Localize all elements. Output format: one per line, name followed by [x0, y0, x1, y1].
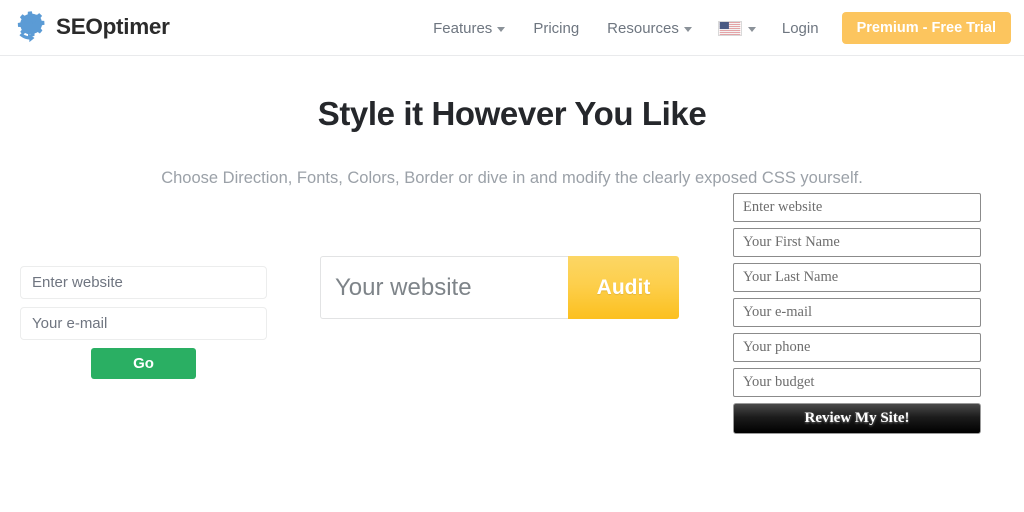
chevron-down-icon	[684, 27, 692, 32]
chevron-down-icon	[748, 27, 756, 32]
light-green-audit-form: Go	[20, 266, 267, 379]
nav-label-resources: Resources	[607, 21, 679, 36]
dark-form-last-name-input[interactable]	[733, 263, 981, 292]
amber-form-website-input[interactable]	[320, 256, 568, 319]
nav-label-pricing: Pricing	[533, 21, 579, 36]
site-header: SEOptimer Features Pricing Resources	[0, 0, 1024, 56]
page-subtitle: Choose Direction, Fonts, Colors, Border …	[0, 134, 1024, 188]
light-form-go-button[interactable]: Go	[91, 348, 196, 379]
brand-name: SEOptimer	[56, 16, 170, 39]
premium-free-trial-button[interactable]: Premium - Free Trial	[842, 12, 1011, 45]
gear-s-logo-icon	[13, 9, 49, 45]
amber-audit-form: Audit	[320, 256, 679, 319]
amber-form-audit-button[interactable]: Audit	[568, 256, 679, 319]
dark-form-website-input[interactable]	[733, 193, 981, 222]
light-form-website-input[interactable]	[20, 266, 267, 299]
light-form-email-input[interactable]	[20, 307, 267, 340]
language-selector[interactable]	[706, 21, 768, 36]
login-link[interactable]: Login	[768, 21, 833, 36]
dark-form-phone-input[interactable]	[733, 333, 981, 362]
widget-showcase: Go Audit Review My Site!	[0, 188, 1024, 468]
nav-item-resources[interactable]: Resources	[593, 21, 706, 36]
nav-item-features[interactable]: Features	[419, 21, 519, 36]
dark-form-first-name-input[interactable]	[733, 228, 981, 257]
brand-logo-link[interactable]: SEOptimer	[13, 9, 170, 45]
dark-form-budget-input[interactable]	[733, 368, 981, 397]
hero-section: Style it However You Like Choose Directi…	[0, 56, 1024, 188]
us-flag-icon	[718, 21, 742, 36]
dark-form-email-input[interactable]	[733, 298, 981, 327]
dark-serif-lead-form: Review My Site!	[733, 193, 981, 434]
nav-item-pricing[interactable]: Pricing	[519, 21, 593, 36]
page-title: Style it However You Like	[0, 93, 1024, 134]
chevron-down-icon	[497, 27, 505, 32]
dark-form-review-my-site-button[interactable]: Review My Site!	[733, 403, 981, 434]
main-navigation: Features Pricing Resources	[419, 0, 1011, 56]
nav-label-features: Features	[433, 21, 492, 36]
